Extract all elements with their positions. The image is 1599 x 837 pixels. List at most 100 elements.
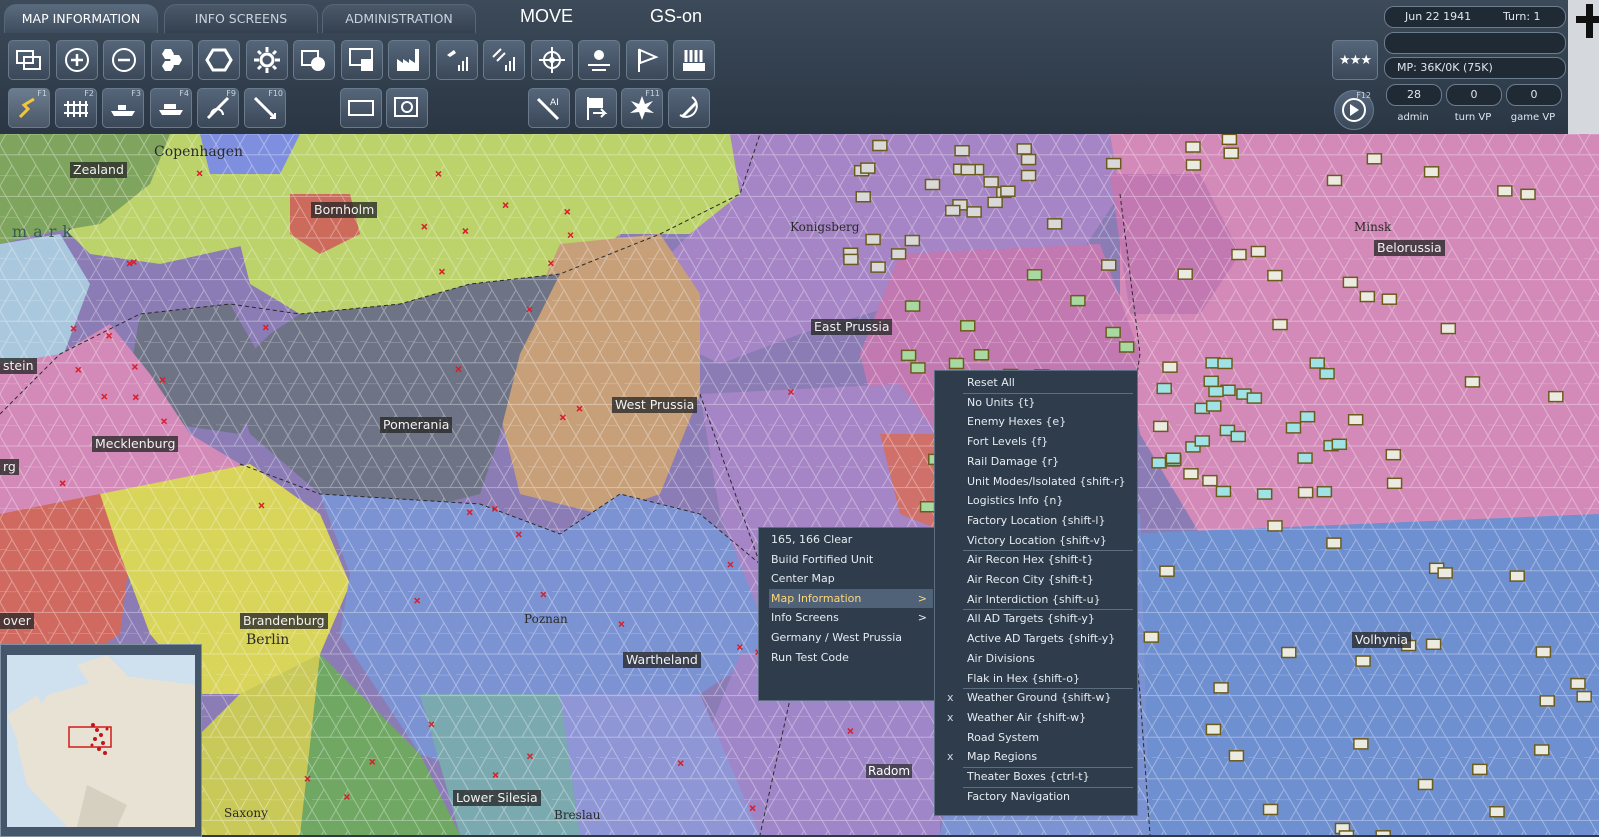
tab-info-screens[interactable]: INFO SCREENS [164, 4, 318, 33]
submenu-item[interactable]: Active AD Targets {shift-y} [935, 629, 1137, 649]
unit-counter[interactable] [1285, 422, 1302, 434]
unit-counter[interactable] [1425, 638, 1442, 651]
unit-counter[interactable] [1026, 269, 1043, 281]
rail-button[interactable]: F2 [55, 88, 97, 128]
unit-counter[interactable] [1385, 448, 1402, 461]
unit-counter[interactable] [1230, 430, 1246, 443]
unit-counter[interactable] [1423, 166, 1440, 178]
unit-counter[interactable] [1297, 452, 1313, 464]
target-crosshair-button[interactable] [530, 40, 573, 80]
unit-counter[interactable] [1576, 690, 1592, 703]
unit-counter[interactable] [1105, 326, 1121, 339]
unit-counter[interactable] [1250, 245, 1267, 258]
submenu-item[interactable]: x Weather Air {shift-w} [935, 708, 1137, 728]
context-menu-item[interactable]: Info Screens > [769, 608, 933, 627]
flag-button[interactable] [625, 40, 668, 80]
unit-counter[interactable] [1359, 290, 1376, 303]
paradrop-button[interactable]: F9 [197, 88, 239, 128]
unit-counter[interactable] [1203, 375, 1219, 388]
unit-counter[interactable] [1016, 143, 1032, 155]
unit-counter[interactable] [1215, 485, 1232, 498]
unit-counter[interactable] [1194, 435, 1211, 447]
unit-counter[interactable] [1464, 376, 1481, 388]
unit-counter[interactable] [1509, 570, 1525, 582]
unit-counter[interactable] [910, 362, 926, 374]
unit-counter[interactable] [1185, 159, 1202, 171]
unit-counter[interactable] [1100, 259, 1117, 271]
unit-counter[interactable] [1342, 276, 1359, 289]
unit-counter[interactable] [855, 190, 871, 203]
unit-counter[interactable] [1353, 738, 1369, 750]
unit-counter[interactable] [872, 139, 888, 152]
unit-counter[interactable] [1366, 153, 1383, 165]
unit-counter[interactable] [1213, 682, 1229, 694]
submenu-item[interactable]: Reset All [935, 373, 1137, 393]
hammer-sickle-button[interactable] [668, 88, 710, 128]
submenu-item[interactable]: Air Recon Hex {shift-t} [935, 550, 1137, 570]
weather-button[interactable] [578, 40, 620, 80]
magnify-square-button[interactable] [386, 88, 428, 128]
unit-counter[interactable] [1437, 567, 1453, 579]
unit-counter[interactable] [1570, 677, 1586, 690]
context-menu-item[interactable]: Germany / West Prussia [769, 628, 933, 647]
unit-counter[interactable] [973, 349, 990, 361]
unit-counter[interactable] [1535, 646, 1552, 658]
unit-counter[interactable] [1020, 169, 1037, 182]
unit-counter[interactable] [1231, 248, 1247, 261]
stars-button[interactable]: ★★★ [1332, 40, 1378, 80]
submenu-item[interactable]: Factory Navigation [935, 787, 1137, 807]
submenu-item[interactable]: Road System [935, 728, 1137, 748]
submenu-item[interactable]: x Map Regions [935, 747, 1137, 767]
unit-counter[interactable] [904, 300, 921, 312]
zoom-out-button[interactable] [103, 40, 145, 80]
explosion-button[interactable]: F11 [621, 88, 663, 128]
air-attack-button[interactable]: F10 [244, 88, 286, 128]
unit-counter[interactable] [1440, 322, 1457, 335]
game-map[interactable]: Zealand Bornholm Mecklenburg Pomerania W… [0, 134, 1599, 835]
unit-counter[interactable] [1151, 457, 1167, 469]
submenu-item[interactable]: Rail Damage {r} [935, 452, 1137, 472]
unit-counter[interactable] [1020, 153, 1037, 166]
unit-counter[interactable] [983, 176, 999, 188]
unit-counter[interactable] [1381, 293, 1398, 305]
submenu-item[interactable]: Unit Modes/Isolated {shift-r} [935, 472, 1137, 492]
submenu-item[interactable]: No Units {t} [935, 393, 1137, 413]
tab-map-information[interactable]: MAP INFORMATION [4, 4, 158, 33]
submenu-item[interactable]: Theater Boxes {ctrl-t} [935, 767, 1137, 787]
gear-button[interactable] [245, 40, 288, 80]
unit-counter[interactable] [1539, 695, 1555, 707]
unit-counter[interactable] [1046, 218, 1063, 230]
unit-counter[interactable] [1202, 474, 1218, 487]
unit-counter[interactable] [1355, 655, 1371, 667]
minimap-view[interactable] [7, 655, 195, 827]
unit-counter[interactable] [1217, 357, 1233, 370]
move-path-button[interactable]: F1 [8, 88, 50, 128]
gs-mode-label[interactable]: GS-on [650, 6, 702, 27]
unit-counter[interactable] [1262, 803, 1279, 816]
move-mode-label[interactable]: MOVE [520, 6, 573, 27]
unit-counter[interactable] [1177, 268, 1193, 280]
unit-counter[interactable] [1205, 723, 1222, 736]
ship-transport-button[interactable]: F4 [150, 88, 192, 128]
hex-frame-button[interactable] [198, 40, 240, 80]
unit-counter[interactable] [945, 204, 961, 217]
air-interdiction-button[interactable] [483, 40, 525, 80]
unit-counter[interactable] [890, 248, 907, 260]
context-menu-item[interactable]: 165, 166 Clear [769, 530, 933, 549]
unit-counter[interactable] [1472, 763, 1488, 776]
unit-counter[interactable] [1162, 361, 1178, 373]
submenu-item[interactable]: Factory Location {shift-l} [935, 511, 1137, 531]
unit-counter[interactable] [1156, 382, 1172, 395]
context-menu-item[interactable]: Map Information > [769, 588, 933, 608]
submenu-item[interactable]: Logistics Info {n} [935, 491, 1137, 511]
unit-counter[interactable] [919, 500, 936, 513]
unit-counter[interactable] [1297, 486, 1314, 499]
unit-counter[interactable] [1520, 188, 1536, 201]
unit-counter[interactable] [1143, 631, 1160, 643]
ai-air-button[interactable]: AI [528, 88, 570, 128]
zoom-in-button[interactable] [55, 40, 98, 80]
unit-counter[interactable] [1221, 134, 1238, 146]
unit-counter[interactable] [1375, 830, 1391, 835]
unit-counter[interactable] [1316, 485, 1333, 498]
unit-counter[interactable] [1548, 390, 1564, 403]
